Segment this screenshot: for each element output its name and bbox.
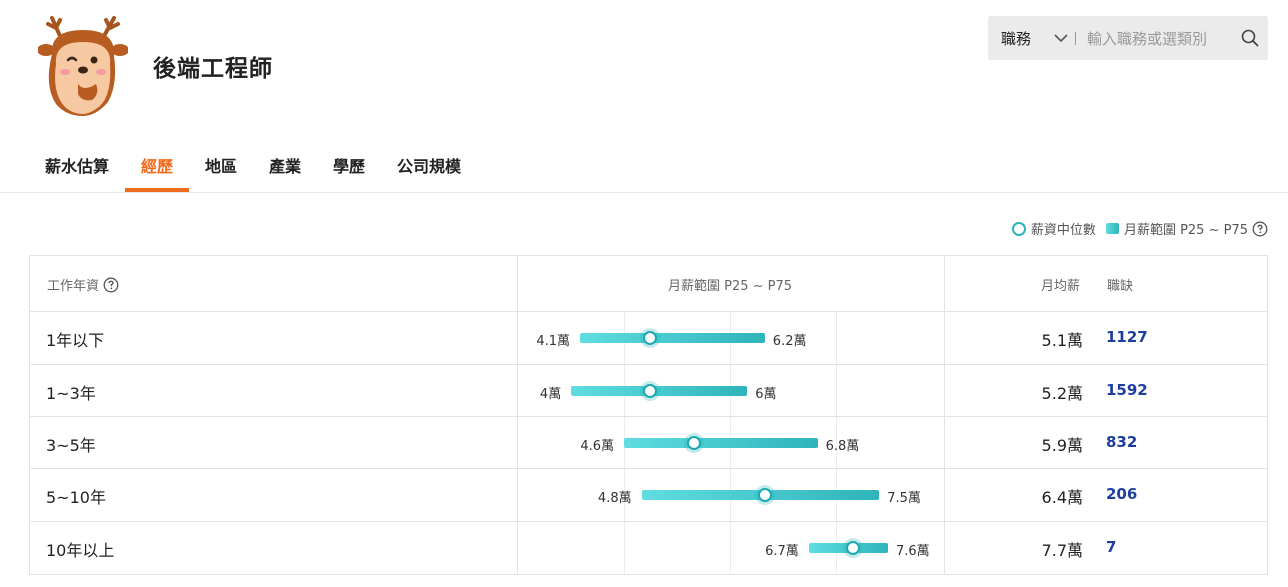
p75-label: 7.6萬 — [896, 543, 930, 559]
chart-legend: 薪資中位數 月薪範圍 P25 ~ P75 — [1011, 219, 1268, 238]
help-icon[interactable] — [103, 277, 119, 293]
legend-median-label: 薪資中位數 — [1030, 223, 1096, 238]
divider — [1075, 31, 1077, 45]
avg-salary: 7.7萬 — [1041, 540, 1083, 560]
openings-count[interactable]: 1127 — [1106, 328, 1148, 346]
avg-salary: 5.2萬 — [1041, 383, 1083, 403]
tab-company-size[interactable]: 公司規模 — [397, 153, 461, 177]
tab-salary-estimate[interactable]: 薪水估算 — [45, 153, 109, 177]
deer-mascot-icon — [38, 16, 128, 116]
tab-education[interactable]: 學歷 — [333, 153, 365, 177]
p25-label: 4.1萬 — [536, 333, 570, 349]
openings-count[interactable]: 7 — [1106, 538, 1116, 556]
chevron-down-icon[interactable] — [1053, 30, 1069, 46]
salary-range-bar — [580, 332, 765, 343]
experience-label: 1年以下 — [46, 330, 105, 350]
p25-label: 4.6萬 — [580, 438, 614, 454]
p75-label: 7.5萬 — [887, 490, 921, 506]
median-marker[interactable] — [845, 540, 860, 555]
avg-salary: 5.1萬 — [1041, 330, 1083, 350]
p75-label: 6萬 — [755, 386, 777, 402]
header-range: 月薪範圍 P25 ~ P75 — [668, 279, 793, 294]
openings-count[interactable]: 206 — [1106, 485, 1137, 503]
p25-label: 4萬 — [539, 386, 562, 402]
experience-label: 10年以上 — [46, 540, 115, 560]
median-marker[interactable] — [643, 330, 658, 345]
search-bar[interactable]: 職務 輸入職務或選類別 — [988, 16, 1268, 60]
experience-label: 3~5年 — [46, 435, 96, 455]
openings-count[interactable]: 832 — [1106, 433, 1137, 451]
header-avg-salary: 月均薪 — [1041, 279, 1081, 294]
median-marker[interactable] — [687, 435, 702, 450]
tab-industry[interactable]: 產業 — [269, 153, 301, 177]
median-marker[interactable] — [757, 487, 772, 502]
search-input[interactable]: 輸入職務或選類別 — [1087, 28, 1207, 49]
header-openings: 職缺 — [1107, 279, 1134, 294]
salary-table: 工作年資 月薪範圍 P25 ~ P75 月均薪 職缺 1年以下 5.1萬 1127 4… — [29, 255, 1268, 575]
help-icon[interactable] — [1252, 221, 1268, 237]
p25-label: 6.7萬 — [765, 543, 799, 559]
p25-label: 4.8萬 — [597, 490, 632, 506]
header-experience: 工作年資 — [47, 275, 119, 294]
page-title: 後端工程師 — [153, 56, 273, 82]
median-legend-icon — [1011, 221, 1026, 236]
avg-salary: 5.9萬 — [1041, 435, 1083, 455]
median-marker[interactable] — [643, 383, 658, 398]
category-select[interactable]: 職務 — [1001, 28, 1031, 49]
p75-label: 6.2萬 — [772, 333, 807, 349]
experience-label: 5~10年 — [46, 487, 106, 507]
tab-region[interactable]: 地區 — [205, 153, 237, 177]
search-icon[interactable] — [1241, 29, 1259, 47]
active-tab-indicator — [125, 188, 189, 192]
p75-label: 6.8萬 — [825, 438, 860, 454]
tab-bar: 薪水估算 經歷 地區 產業 學歷 公司規模 — [0, 140, 1288, 193]
legend-range-label: 月薪範圍 P25 ~ P75 — [1123, 223, 1248, 238]
tab-experience[interactable]: 經歷 — [141, 153, 173, 177]
range-legend-icon — [1105, 223, 1119, 234]
experience-label: 1~3年 — [46, 383, 96, 403]
avg-salary: 6.4萬 — [1041, 487, 1083, 507]
salary-range-bar — [624, 437, 818, 448]
openings-count[interactable]: 1592 — [1106, 381, 1148, 399]
